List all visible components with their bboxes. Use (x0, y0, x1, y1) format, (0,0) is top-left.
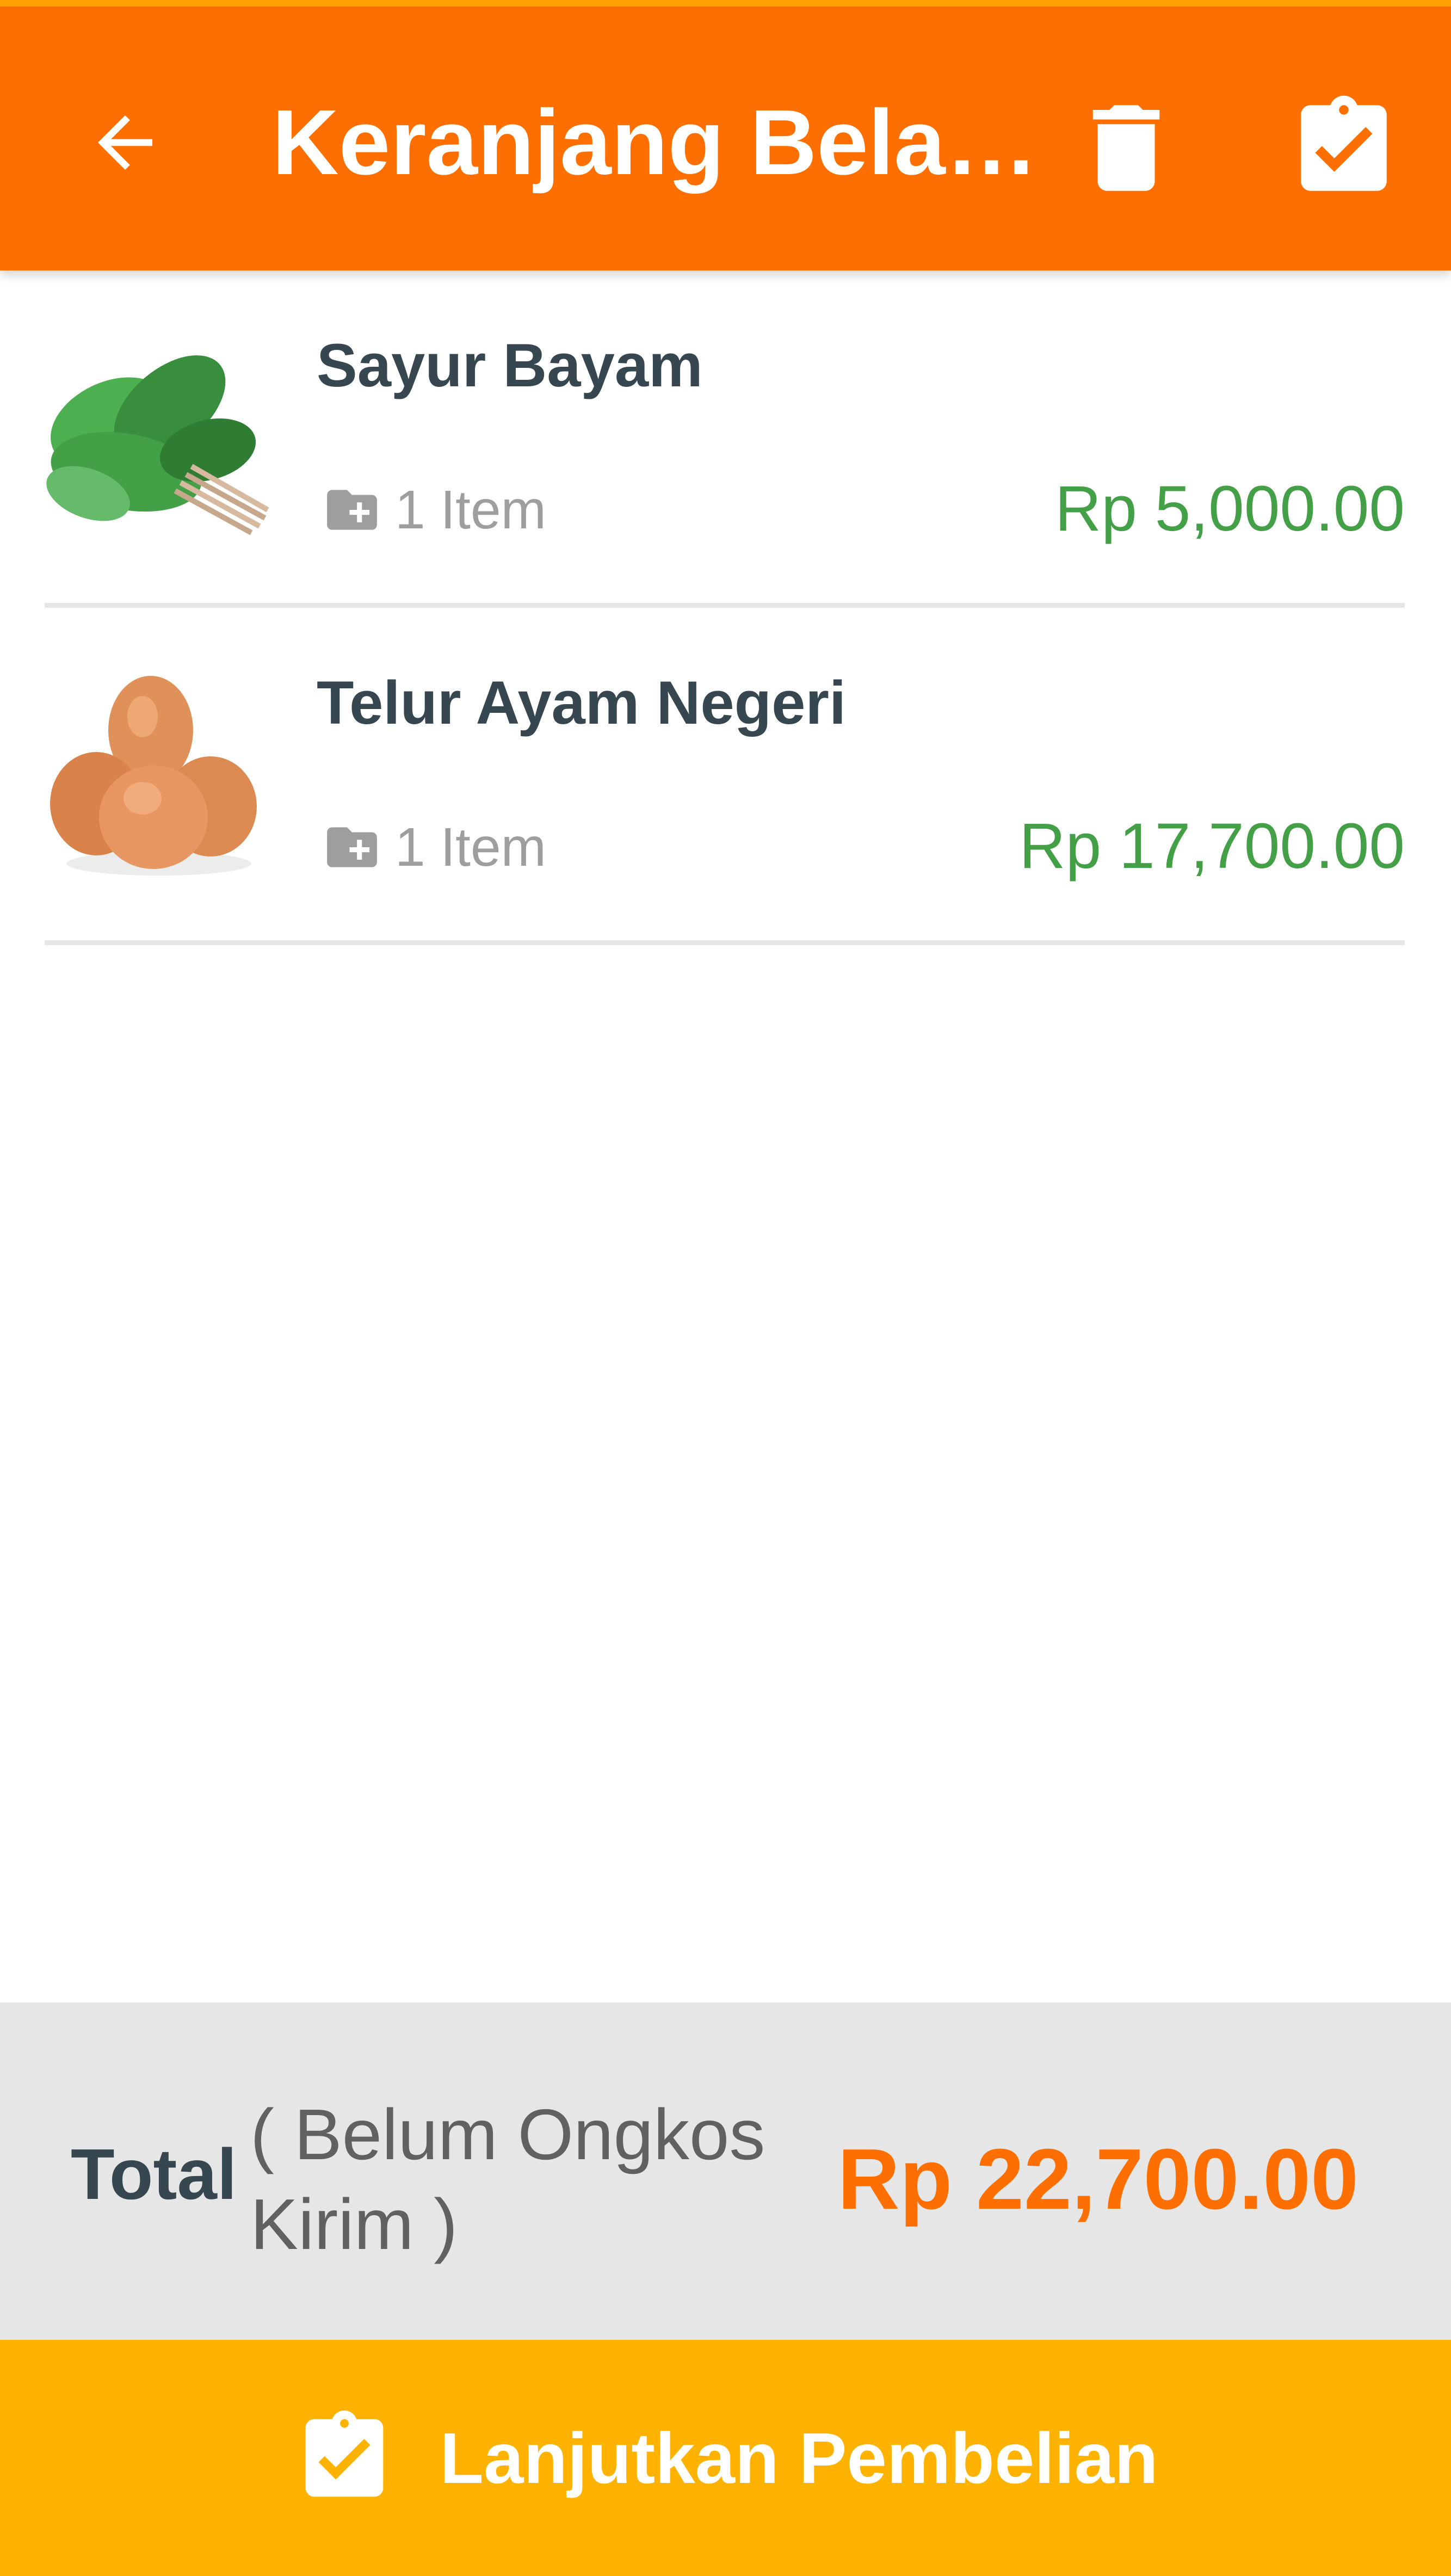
item-name: Telur Ayam Negeri (317, 669, 847, 737)
folder-add-icon (327, 490, 377, 530)
quantity-label: 1 Item (395, 816, 546, 878)
clipboard-check-icon (1301, 95, 1387, 191)
delete-cart-button[interactable] (1066, 88, 1186, 208)
quantity-label: 1 Item (395, 479, 546, 540)
total-amount: Rp 22,700.00 (837, 2131, 1359, 2227)
page-title: Keranjang Bela… (272, 91, 1038, 194)
shipping-note: ( Belum Ongkos Kirim ) (250, 2094, 765, 2264)
continue-purchase-button[interactable]: Lanjutkan Pembelian (0, 2340, 1451, 2576)
eggs-image (50, 676, 257, 876)
item-quantity[interactable]: 1 Item (322, 816, 546, 878)
item-price: Rp 5,000.00 (1055, 473, 1405, 545)
app-bar: Keranjang Bela… (0, 0, 1451, 270)
total-summary: Total ( Belum Ongkos Kirim ) Rp 22,700.0… (0, 2002, 1451, 2340)
clipboard-check-icon (306, 2410, 384, 2497)
item-price: Rp 17,700.00 (1019, 810, 1405, 882)
item-name: Sayur Bayam (317, 331, 703, 399)
folder-add-icon (327, 827, 377, 867)
trash-icon (1092, 105, 1160, 191)
total-label: Total (71, 2134, 237, 2214)
back-button[interactable] (71, 88, 180, 197)
item-quantity[interactable]: 1 Item (322, 479, 546, 540)
checkout-icon-button[interactable] (1284, 88, 1404, 208)
arrow-left-icon (98, 115, 152, 170)
cart-item[interactable]: Sayur Bayam 1 Item Rp 5,000.00 (45, 270, 1405, 608)
spinach-image (46, 355, 269, 535)
cart-item[interactable]: Telur Ayam Negeri 1 Item Rp 17,700.00 (45, 608, 1405, 945)
continue-purchase-label: Lanjutkan Pembelian (440, 2418, 1158, 2498)
